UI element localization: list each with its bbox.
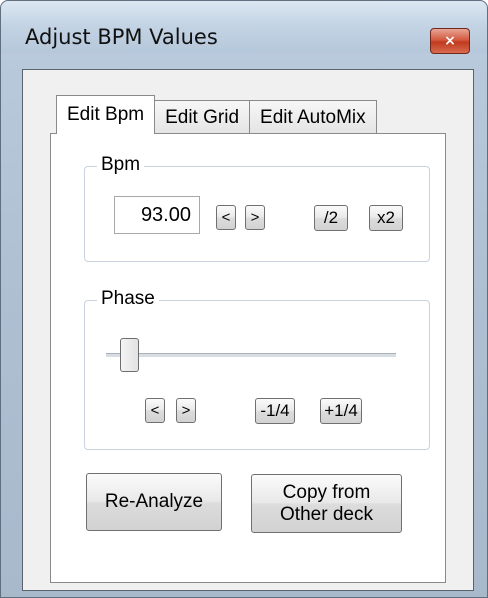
- phase-slider-thumb[interactable]: [119, 338, 139, 372]
- tab-edit-grid[interactable]: Edit Grid: [154, 100, 251, 134]
- copy-from-other-deck-button[interactable]: Copy from Other deck: [251, 474, 402, 533]
- tab-strip: Edit Bpm Edit Grid Edit AutoMix: [56, 95, 377, 134]
- close-icon: ×: [444, 33, 456, 49]
- phase-decrease-button[interactable]: <: [145, 398, 165, 423]
- tab-edit-bpm[interactable]: Edit Bpm: [56, 95, 156, 134]
- phase-plus-quarter-button[interactable]: +1/4: [320, 398, 362, 424]
- phase-group: Phase: [84, 288, 430, 450]
- bpm-half-button[interactable]: /2: [314, 205, 348, 231]
- phase-slider-track[interactable]: [106, 353, 396, 358]
- phase-group-title: Phase: [97, 288, 159, 310]
- tab-edit-automix[interactable]: Edit AutoMix: [249, 100, 377, 134]
- phase-increase-button[interactable]: >: [176, 398, 196, 423]
- window-title: Adjust BPM Values: [25, 25, 218, 49]
- bpm-decrease-button[interactable]: <: [216, 205, 236, 230]
- bpm-group-title: Bpm: [97, 154, 145, 176]
- close-button[interactable]: ×: [430, 28, 470, 54]
- copy-button-line2: Other deck: [280, 503, 373, 525]
- bpm-value-field[interactable]: 93.00: [114, 196, 200, 234]
- title-bar[interactable]: Adjust BPM Values ×: [1, 1, 487, 54]
- reanalyze-button[interactable]: Re-Analyze: [86, 473, 222, 531]
- copy-button-line1: Copy from: [282, 481, 371, 503]
- phase-minus-quarter-button[interactable]: -1/4: [255, 398, 295, 424]
- bpm-double-button[interactable]: x2: [369, 205, 403, 231]
- bpm-increase-button[interactable]: >: [245, 205, 265, 230]
